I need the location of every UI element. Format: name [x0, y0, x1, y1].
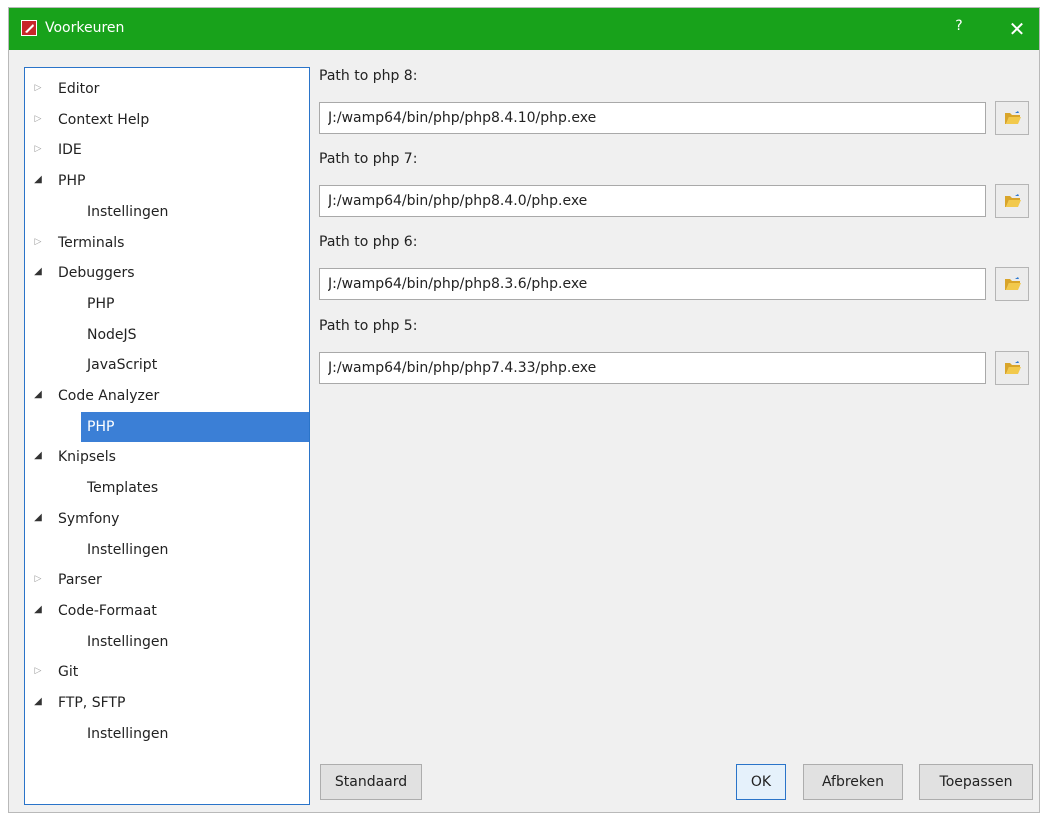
php5-browse-button[interactable]: [995, 351, 1029, 385]
tree-item-instellingen[interactable]: Instellingen: [25, 627, 309, 655]
tree-item-label: Git: [58, 664, 79, 681]
php5-path-input[interactable]: [319, 352, 986, 384]
collapsed-arrow-icon[interactable]: ▷: [32, 565, 44, 593]
tree-item-templates[interactable]: Templates: [25, 473, 309, 501]
collapsed-arrow-icon[interactable]: ▷: [32, 135, 44, 163]
tree-item-editor[interactable]: ▷ Editor: [25, 74, 309, 102]
tree-item-ide[interactable]: ▷ IDE: [25, 135, 309, 163]
settings-tree: ▷ Editor ▷ Context Help ▷ IDE ◢ PHP Instellingen…: [24, 67, 310, 805]
folder-open-icon: [1005, 361, 1021, 374]
tree-item-label: PHP: [81, 411, 309, 442]
expanded-arrow-icon[interactable]: ◢: [32, 504, 44, 532]
tree-item-label: Templates: [87, 480, 159, 497]
tree-item-debuggers[interactable]: ◢ Debuggers: [25, 258, 309, 286]
tree-item-label: Code Analyzer: [58, 388, 160, 404]
tree-item-javascript[interactable]: JavaScript: [25, 350, 309, 378]
folder-open-icon: [1005, 194, 1021, 207]
tree-item-php[interactable]: PHP: [25, 289, 309, 317]
collapsed-arrow-icon[interactable]: ▷: [32, 228, 44, 256]
expanded-arrow-icon[interactable]: ◢: [32, 596, 44, 624]
tree-item-nodejs[interactable]: NodeJS: [25, 320, 309, 348]
tree-item-code-formaat[interactable]: ◢ Code-Formaat: [25, 596, 309, 624]
preferences-dialog: Voorkeuren ? ✕ ▷ Editor ▷ Context Help ▷ IDE ◢…: [8, 7, 1040, 813]
standaard-button[interactable]: Standaard: [320, 764, 422, 800]
php6-path-label: Path to php 6:: [319, 234, 418, 250]
expanded-arrow-icon[interactable]: ◢: [32, 381, 44, 409]
expanded-arrow-icon[interactable]: ◢: [32, 442, 44, 470]
tree-item-label: IDE: [58, 142, 82, 159]
collapsed-arrow-icon[interactable]: ▷: [32, 105, 44, 133]
expanded-arrow-icon[interactable]: ◢: [32, 688, 44, 716]
help-button[interactable]: ?: [949, 18, 969, 40]
folder-open-icon: [1005, 277, 1021, 290]
tree-item-label: PHP: [58, 173, 86, 190]
tree-item-label: Instellingen: [87, 541, 169, 558]
folder-open-icon: [1005, 111, 1021, 124]
php6-browse-button[interactable]: [995, 267, 1029, 301]
tree-item-label: FTP, SFTP: [58, 695, 126, 711]
php8-path-input[interactable]: [319, 102, 986, 134]
tree-item-label: Editor: [58, 81, 100, 97]
php8-path-label: Path to php 8:: [319, 68, 418, 84]
tree-item-label: NodeJS: [87, 326, 137, 343]
ok-button[interactable]: OK: [736, 764, 786, 800]
tree-item-php[interactable]: PHP: [25, 411, 309, 442]
tree-item-label: Terminals: [58, 234, 125, 251]
toepassen-button[interactable]: Toepassen: [919, 764, 1033, 800]
php8-browse-button[interactable]: [995, 101, 1029, 135]
close-button[interactable]: ✕: [997, 8, 1037, 50]
tree-item-instellingen[interactable]: Instellingen: [25, 197, 309, 225]
tree-item-label: Code-Formaat: [58, 602, 157, 619]
tree-item-ftp-sftp[interactable]: ◢ FTP, SFTP: [25, 688, 309, 716]
expanded-arrow-icon[interactable]: ◢: [32, 166, 44, 194]
php7-path-label: Path to php 7:: [319, 151, 418, 167]
title-bar: Voorkeuren ? ✕: [9, 8, 1039, 50]
tree-item-instellingen[interactable]: Instellingen: [25, 719, 309, 747]
tree-item-label: PHP: [87, 295, 115, 312]
tree-item-label: Instellingen: [87, 725, 169, 742]
php6-path-input[interactable]: [319, 268, 986, 300]
php7-path-input[interactable]: [319, 185, 986, 217]
tree-item-php[interactable]: ◢ PHP: [25, 166, 309, 194]
tree-item-label: Context Help: [58, 111, 150, 128]
tree-item-parser[interactable]: ▷ Parser: [25, 565, 309, 593]
tree-item-label: Instellingen: [87, 203, 169, 220]
window-title: Voorkeuren: [45, 20, 125, 36]
tree-item-label: JavaScript: [87, 357, 158, 374]
collapsed-arrow-icon[interactable]: ▷: [32, 74, 44, 102]
app-logo-icon: [21, 20, 37, 36]
expanded-arrow-icon[interactable]: ◢: [32, 258, 44, 286]
tree-item-git[interactable]: ▷ Git: [25, 657, 309, 685]
tree-item-label: Instellingen: [87, 633, 169, 650]
tree-item-label: Knipsels: [58, 449, 116, 466]
tree-item-label: Debuggers: [58, 265, 135, 282]
tree-item-instellingen[interactable]: Instellingen: [25, 535, 309, 563]
php7-browse-button[interactable]: [995, 184, 1029, 218]
tree-item-label: Symfony: [58, 510, 120, 527]
tree-item-terminals[interactable]: ▷ Terminals: [25, 228, 309, 256]
collapsed-arrow-icon[interactable]: ▷: [32, 657, 44, 685]
tree-item-knipsels[interactable]: ◢ Knipsels: [25, 442, 309, 470]
afbreken-button[interactable]: Afbreken: [803, 764, 903, 800]
tree-item-label: Parser: [58, 572, 102, 589]
php5-path-label: Path to php 5:: [319, 318, 418, 334]
tree-item-symfony[interactable]: ◢ Symfony: [25, 504, 309, 532]
tree-item-code-analyzer[interactable]: ◢ Code Analyzer: [25, 381, 309, 409]
tree-item-context-help[interactable]: ▷ Context Help: [25, 105, 309, 133]
